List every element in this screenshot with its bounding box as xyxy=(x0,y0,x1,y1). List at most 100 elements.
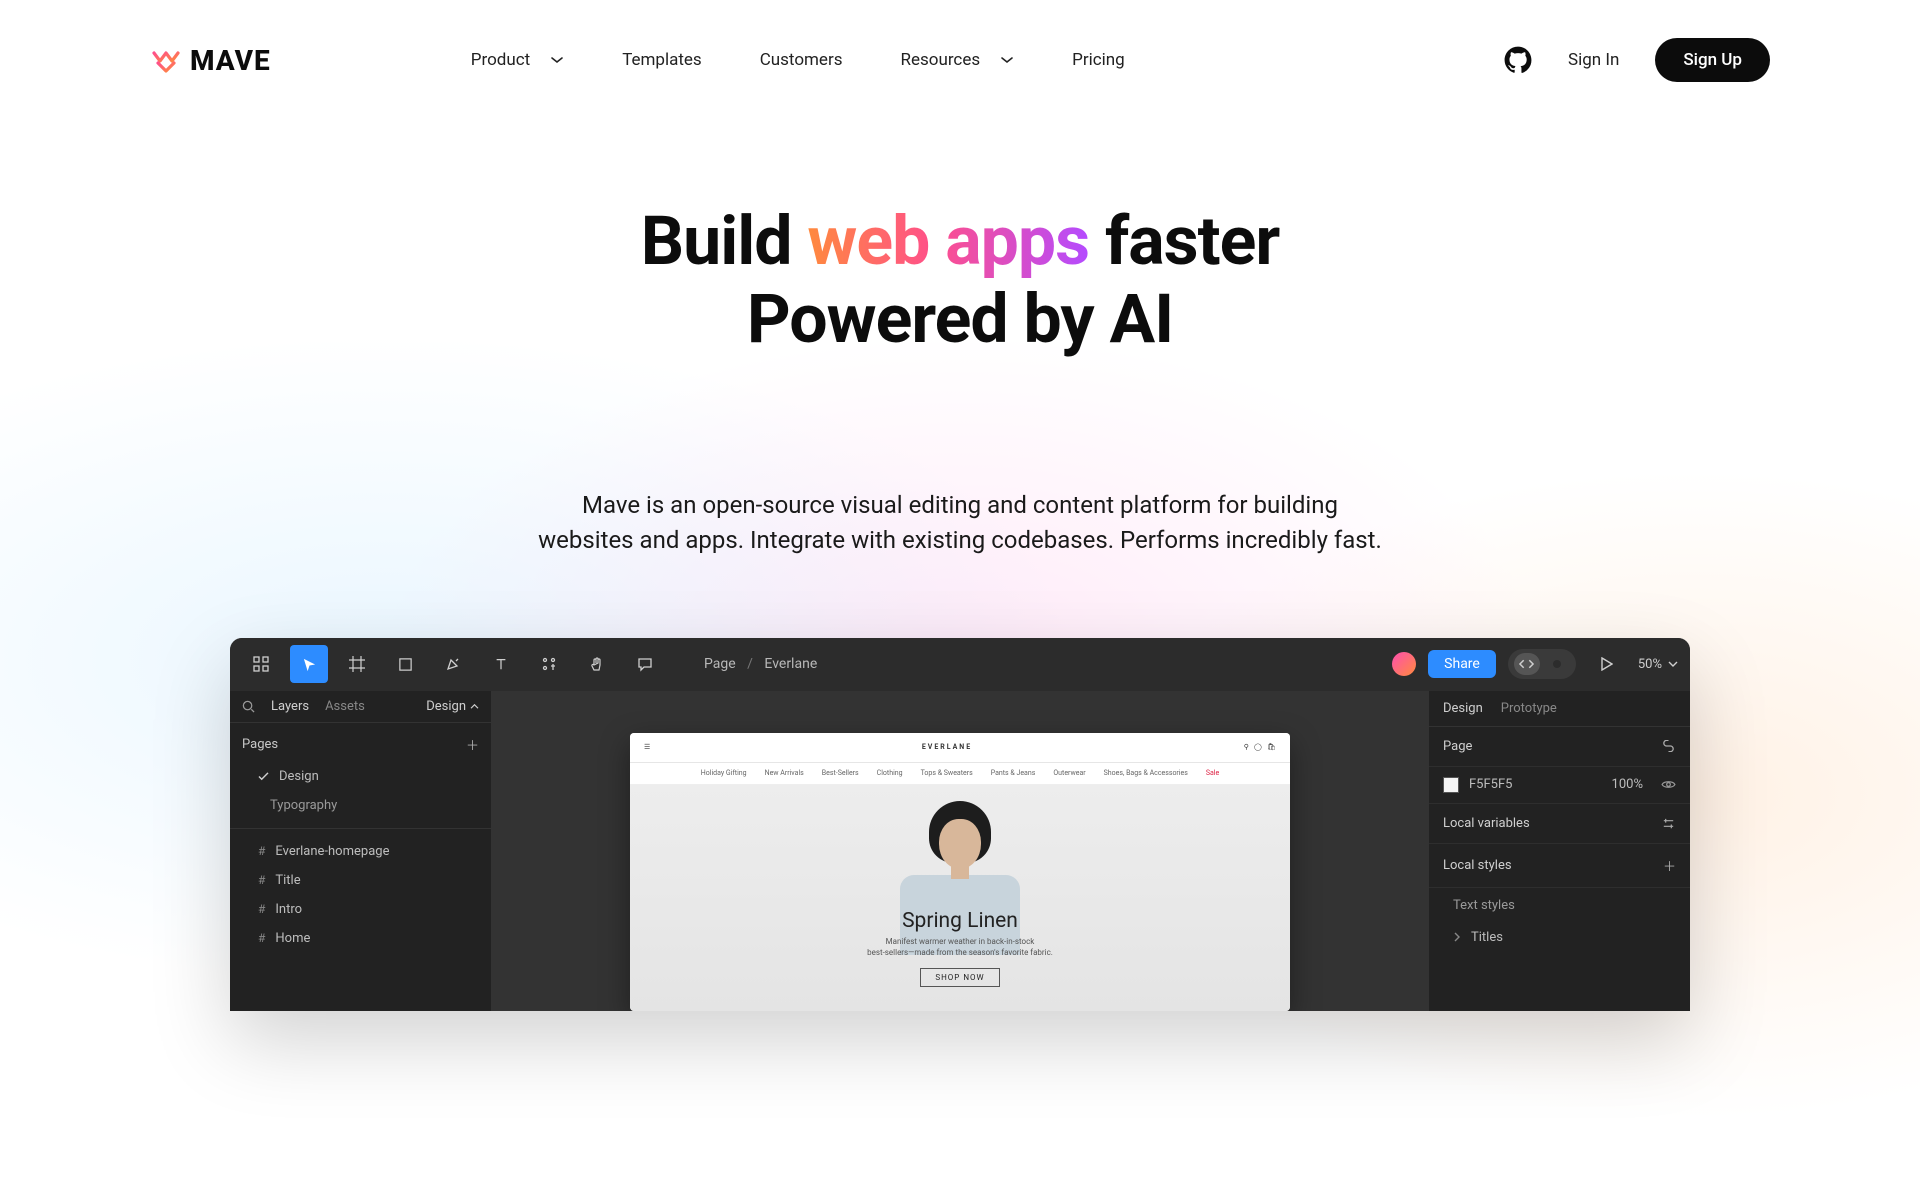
design-tab[interactable]: Design xyxy=(1443,701,1483,716)
dev-mode-toggle[interactable] xyxy=(1508,649,1576,679)
pen-tool-button[interactable] xyxy=(434,645,472,683)
style-group-label: Titles xyxy=(1471,930,1503,945)
page-label: Design xyxy=(279,769,319,784)
shape-tool-button[interactable] xyxy=(386,645,424,683)
settings-icon[interactable] xyxy=(1661,816,1676,831)
pages-section-header: Pages ＋ xyxy=(230,723,491,762)
brand-name: MAVE xyxy=(190,44,271,77)
prototype-tab[interactable]: Prototype xyxy=(1501,701,1557,716)
play-button[interactable] xyxy=(1588,645,1626,683)
chevron-down-icon xyxy=(1000,55,1014,65)
link-icon[interactable] xyxy=(1661,740,1676,752)
nav-pricing[interactable]: Pricing xyxy=(1072,50,1125,70)
site-header: MAVE Product Templates Customers Resourc… xyxy=(0,0,1920,82)
page-fill-row[interactable]: F5F5F5 100% xyxy=(1429,767,1690,804)
chevron-up-icon xyxy=(470,703,479,710)
nav-label: Product xyxy=(471,50,530,70)
share-button[interactable]: Share xyxy=(1428,650,1496,678)
nav-customers[interactable]: Customers xyxy=(760,50,843,70)
eye-icon[interactable] xyxy=(1661,779,1676,790)
signup-button[interactable]: Sign Up xyxy=(1655,38,1770,82)
frame-icon: # xyxy=(258,844,265,858)
chevron-right-icon xyxy=(1453,932,1461,942)
assets-tab[interactable]: Assets xyxy=(325,699,365,714)
main-nav: Product Templates Customers Resources Pr… xyxy=(471,50,1125,70)
hero-description: Mave is an open-source visual editing an… xyxy=(0,488,1920,558)
frame-item[interactable]: # Home xyxy=(230,924,491,953)
local-styles-label: Local styles xyxy=(1443,858,1512,873)
frame-icon: # xyxy=(258,931,265,945)
crumb-root: Page xyxy=(704,656,736,672)
page-item-design[interactable]: Design xyxy=(230,762,491,791)
zoom-value: 50% xyxy=(1638,657,1662,672)
frame-label: Intro xyxy=(275,902,302,917)
page-item-typography[interactable]: Typography xyxy=(230,791,491,820)
breadcrumb[interactable]: Page / Everlane xyxy=(704,656,817,672)
brand-mark-icon xyxy=(150,47,182,73)
add-page-button[interactable]: ＋ xyxy=(466,735,479,754)
nav-label: Customers xyxy=(760,50,843,70)
nav-label: Templates xyxy=(622,50,702,70)
brand-logo[interactable]: MAVE xyxy=(150,44,271,77)
frame-item[interactable]: # Intro xyxy=(230,895,491,924)
add-style-button[interactable]: ＋ xyxy=(1663,856,1676,875)
github-icon[interactable] xyxy=(1504,46,1532,74)
editor-canvas[interactable]: ☰ EVERLANE ⚲ ◯ 🛍 Holiday GiftingNew Arri… xyxy=(492,691,1428,1011)
resources-tool-button[interactable] xyxy=(530,645,568,683)
color-opacity: 100% xyxy=(1612,777,1643,792)
nav-resources[interactable]: Resources xyxy=(900,50,1014,70)
site-hero-cta: SHOP NOW xyxy=(920,968,999,987)
frame-label: Home xyxy=(275,931,310,946)
frame-label: Everlane-homepage xyxy=(275,844,389,859)
site-brand: EVERLANE xyxy=(922,743,972,751)
hero-desc-line: Mave is an open-source visual editing an… xyxy=(0,488,1920,523)
search-icon[interactable] xyxy=(242,700,255,713)
color-hex: F5F5F5 xyxy=(1469,777,1512,792)
hero-line1-part2: faster xyxy=(1089,201,1279,281)
local-variables-label: Local variables xyxy=(1443,816,1530,831)
site-subnav: Holiday GiftingNew ArrivalsBest-SellersC… xyxy=(630,763,1290,785)
hero-highlight: web apps xyxy=(807,201,1089,281)
site-topbar: ☰ EVERLANE ⚲ ◯ 🛍 xyxy=(630,733,1290,763)
move-tool-button[interactable] xyxy=(290,645,328,683)
frame-icon: # xyxy=(258,873,265,887)
hero: Build web apps faster Powered by AI Mave… xyxy=(0,202,1920,558)
site-hero-title: Spring Linen xyxy=(630,909,1290,933)
hero-line1-part1: Build xyxy=(641,201,808,281)
hero-title: Build web apps faster Powered by AI xyxy=(0,202,1920,358)
design-panel: Design Prototype Page F5F5F5 100% Local … xyxy=(1428,691,1690,1011)
chevron-down-icon xyxy=(1668,660,1678,668)
design-dropdown[interactable]: Design xyxy=(426,699,479,714)
zoom-control[interactable]: 50% xyxy=(1638,657,1678,672)
frame-label: Title xyxy=(275,873,300,888)
layers-tab[interactable]: Layers xyxy=(271,699,309,714)
pages-label: Pages xyxy=(242,737,278,752)
nav-templates[interactable]: Templates xyxy=(622,50,702,70)
check-icon xyxy=(258,772,269,781)
comment-tool-button[interactable] xyxy=(626,645,664,683)
editor-toolbar: Page / Everlane Share 50% xyxy=(230,638,1690,691)
signin-link[interactable]: Sign In xyxy=(1568,50,1619,70)
text-tool-button[interactable] xyxy=(482,645,520,683)
hero-desc-line: websites and apps. Integrate with existi… xyxy=(0,523,1920,558)
hand-tool-button[interactable] xyxy=(578,645,616,683)
page-section-label: Page xyxy=(1443,739,1472,754)
layers-panel: Layers Assets Design Pages ＋ Design Typo… xyxy=(230,691,492,1011)
frame-item[interactable]: # Title xyxy=(230,866,491,895)
chevron-down-icon xyxy=(550,55,564,65)
code-icon xyxy=(1514,653,1540,675)
canvas-frame: ☰ EVERLANE ⚲ ◯ 🛍 Holiday GiftingNew Arri… xyxy=(630,733,1290,1011)
hero-line2: Powered by AI xyxy=(747,279,1173,359)
color-swatch xyxy=(1443,777,1459,793)
crumb-current: Everlane xyxy=(764,656,817,672)
menu-grid-icon[interactable] xyxy=(242,645,280,683)
avatar[interactable] xyxy=(1392,652,1416,676)
nav-label: Resources xyxy=(900,50,980,70)
style-group-titles[interactable]: Titles xyxy=(1429,923,1690,952)
nav-product[interactable]: Product xyxy=(471,50,564,70)
frame-item[interactable]: # Everlane-homepage xyxy=(230,837,491,866)
nav-label: Pricing xyxy=(1072,50,1125,70)
text-styles-label: Text styles xyxy=(1429,888,1690,923)
site-subnav-sale: Sale xyxy=(1206,769,1219,777)
frame-tool-button[interactable] xyxy=(338,645,376,683)
